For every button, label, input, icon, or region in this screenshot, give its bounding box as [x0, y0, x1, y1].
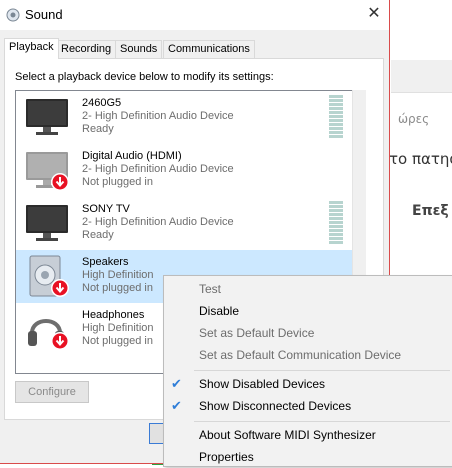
- speaker-icon: [29, 255, 69, 297]
- device-status: Ready: [82, 123, 114, 135]
- list-item[interactable]: Digital Audio (HDMI) 2- High Definition …: [16, 144, 353, 197]
- volume-meter: [329, 201, 343, 247]
- monitor-icon: [26, 99, 68, 135]
- menu-item-about-midi-synthesizer[interactable]: About Software MIDI Synthesizer: [164, 424, 452, 446]
- title-bar[interactable]: Sound ✕: [0, 0, 389, 30]
- menu-item-show-disconnected-devices[interactable]: ✔ Show Disconnected Devices: [164, 395, 452, 417]
- tab-sounds[interactable]: Sounds: [115, 40, 163, 58]
- background-text: το πατησ: [389, 150, 452, 168]
- context-menu: Test Disable Set as Default Device Set a…: [163, 275, 452, 467]
- background-text: ώρες: [398, 112, 430, 126]
- menu-item-show-disabled-devices[interactable]: ✔ Show Disabled Devices: [164, 373, 452, 395]
- menu-separator: [194, 421, 450, 422]
- device-status: Not plugged in: [82, 176, 153, 188]
- menu-separator: [194, 370, 450, 371]
- device-status: Not plugged in: [82, 282, 153, 294]
- list-item[interactable]: SONY TV 2- High Definition Audio Device …: [16, 197, 353, 250]
- device-description: High Definition: [82, 322, 154, 334]
- device-description: 2- High Definition Audio Device: [82, 216, 234, 228]
- device-description: 2- High Definition Audio Device: [82, 110, 234, 122]
- menu-item-disable[interactable]: Disable: [164, 300, 452, 322]
- tab-recording[interactable]: Recording: [56, 40, 117, 58]
- menu-item-label: About Software MIDI Synthesizer: [199, 428, 376, 442]
- background-text[interactable]: Επεξ: [412, 203, 449, 219]
- menu-item-label: Show Disabled Devices: [199, 377, 326, 391]
- menu-item-label: Set as Default Device: [199, 326, 315, 340]
- checkmark-icon: ✔: [171, 398, 182, 413]
- device-name: Headphones: [82, 309, 145, 321]
- device-name: Speakers: [82, 256, 129, 268]
- window-title: Sound: [25, 7, 63, 22]
- checkmark-icon: ✔: [171, 376, 182, 391]
- menu-item-label: Test: [199, 282, 222, 296]
- menu-item-label: Show Disconnected Devices: [199, 399, 352, 413]
- device-description: 2- High Definition Audio Device: [82, 163, 234, 175]
- device-status: Not plugged in: [82, 335, 153, 347]
- speaker-icon: [6, 8, 20, 22]
- volume-meter: [329, 95, 343, 141]
- device-name: Digital Audio (HDMI): [82, 150, 182, 162]
- device-status: Ready: [82, 229, 114, 241]
- tab-playback[interactable]: Playback: [4, 38, 59, 59]
- device-name: 2460G5: [82, 97, 122, 109]
- monitor-icon: [26, 205, 68, 241]
- headphones-icon: [28, 319, 69, 350]
- menu-item-label: Disable: [199, 304, 240, 318]
- tab-communications[interactable]: Communications: [163, 40, 255, 58]
- background-toolbar: [391, 60, 452, 93]
- menu-item-set-default-device[interactable]: Set as Default Device: [164, 322, 452, 344]
- menu-item-set-default-communication-device[interactable]: Set as Default Communication Device: [164, 344, 452, 366]
- close-button[interactable]: ✕: [359, 0, 389, 28]
- configure-button[interactable]: Configure: [15, 381, 89, 403]
- ok-button[interactable]: [149, 423, 164, 444]
- menu-item-test[interactable]: Test: [164, 278, 452, 300]
- menu-item-label: Set as Default Communication Device: [199, 348, 402, 362]
- device-name: SONY TV: [82, 203, 130, 215]
- device-description: High Definition: [82, 269, 154, 281]
- list-item[interactable]: 2460G5 2- High Definition Audio Device R…: [16, 91, 353, 144]
- monitor-disabled-icon: [26, 152, 69, 191]
- instruction-text: Select a playback device below to modify…: [15, 71, 274, 83]
